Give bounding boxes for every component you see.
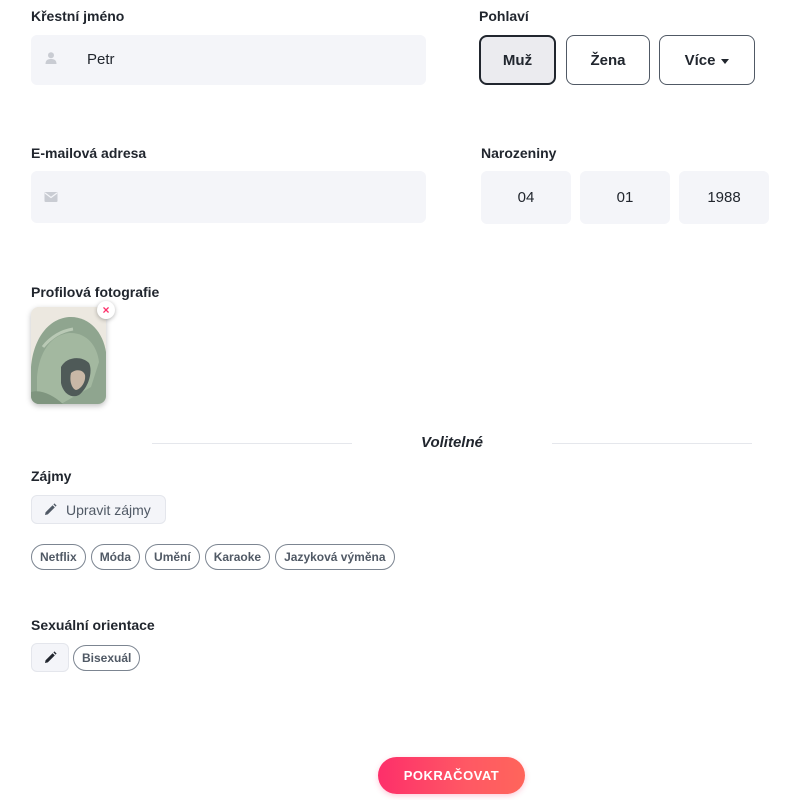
envelope-icon	[44, 192, 58, 202]
edit-interests-button[interactable]: Upravit zájmy	[31, 495, 166, 524]
profile-photo-label: Profilová fotografie	[31, 284, 160, 300]
orientation-chip: Bisexuál	[73, 645, 141, 671]
edit-interests-label: Upravit zájmy	[66, 501, 151, 518]
remove-photo-button[interactable]: ×	[97, 301, 115, 319]
email-label: E-mailová adresa	[31, 145, 147, 161]
gender-more-label: Více	[684, 51, 716, 69]
optional-heading: Volitelné	[421, 434, 483, 451]
interest-chip: Jazyková výměna	[275, 544, 395, 570]
first-name-field[interactable]: Petr	[31, 35, 426, 85]
birthday-day-field[interactable]: 04	[481, 171, 571, 224]
user-icon	[45, 52, 57, 64]
caret-down-icon	[721, 58, 730, 64]
gender-male-button[interactable]: Muž	[479, 35, 556, 85]
divider-right	[552, 443, 752, 444]
gender-more-button[interactable]: Více	[659, 35, 755, 85]
divider-left	[152, 443, 352, 444]
edit-orientation-button[interactable]	[31, 643, 69, 672]
birthday-month-field[interactable]: 01	[580, 171, 670, 224]
hooded-person-photo	[31, 307, 106, 404]
interest-chip: Netflix	[31, 544, 86, 570]
gender-female-label: Žena	[590, 51, 626, 69]
interest-chip: Umění	[145, 544, 200, 570]
first-name-value: Petr	[87, 51, 115, 68]
orientation-label: Sexuální orientace	[31, 617, 155, 633]
close-icon: ×	[102, 303, 110, 317]
interest-chip: Karaoke	[204, 544, 271, 570]
gender-female-button[interactable]: Žena	[566, 35, 650, 85]
pencil-icon	[45, 503, 57, 515]
email-field[interactable]	[31, 171, 426, 223]
birthday-label: Narozeniny	[481, 145, 557, 161]
gender-male-label: Muž	[502, 51, 533, 69]
continue-button[interactable]: POKRAČOVAT	[378, 757, 525, 794]
profile-photo[interactable]	[31, 307, 106, 404]
pencil-icon	[44, 651, 57, 663]
gender-label: Pohlaví	[479, 8, 529, 24]
interests-label: Zájmy	[31, 468, 72, 484]
birthday-year-field[interactable]: 1988	[679, 171, 769, 224]
interest-chip: Móda	[90, 544, 141, 570]
first-name-label: Křestní jméno	[31, 8, 125, 24]
interests-chip-list: Netflix Móda Umění Karaoke Jazyková výmě…	[31, 544, 395, 570]
